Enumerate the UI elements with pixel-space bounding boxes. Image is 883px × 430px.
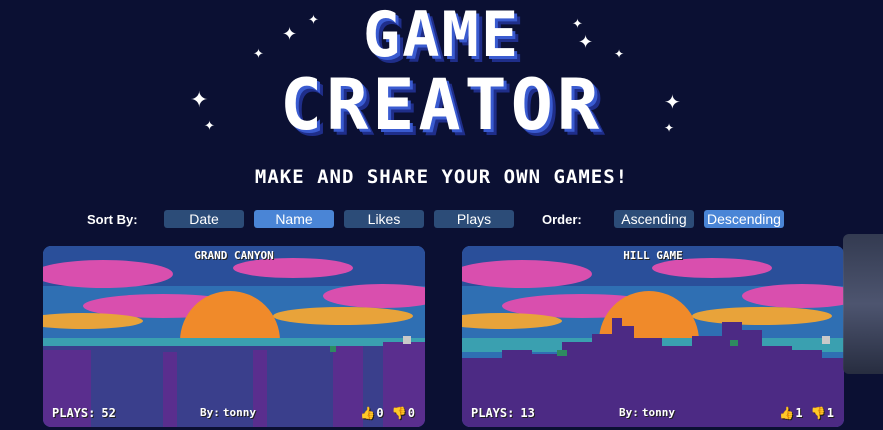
game-title: HILL GAME xyxy=(623,249,683,262)
game-thumbnail xyxy=(43,246,425,427)
plays-label: PLAYS: xyxy=(471,406,515,420)
partial-scroll-element xyxy=(843,234,883,374)
thumbs-down-icon[interactable]: 👎 xyxy=(811,406,826,420)
author: By: tonny xyxy=(619,406,675,419)
sort-likes-button[interactable]: Likes xyxy=(344,210,424,228)
sort-date-button[interactable]: Date xyxy=(164,210,244,228)
thumbs-down-icon[interactable]: 👎 xyxy=(392,406,407,420)
thumbs-up-icon[interactable]: 👍 xyxy=(779,406,794,420)
sort-controls: Sort By: Date Name Likes Plays Order: As… xyxy=(0,210,883,232)
tagline: MAKE AND SHARE YOUR OWN GAMES! xyxy=(254,166,629,188)
reactions: 👍1 👎1 xyxy=(778,406,834,420)
dislikes-count: 0 xyxy=(407,406,415,420)
logo-line-creator: CREATOR xyxy=(279,64,603,146)
likes-count: 0 xyxy=(376,406,384,420)
author: By: tonny xyxy=(200,406,256,419)
game-card-grand-canyon[interactable]: GRAND CANYON PLAYS: 52 By: tonny 👍0 👎0 xyxy=(43,246,425,427)
plays-count: PLAYS: 52 xyxy=(52,406,116,420)
plays-count: PLAYS: 13 xyxy=(471,406,535,420)
author-name: tonny xyxy=(641,406,675,419)
author-label: By: xyxy=(619,406,639,419)
plays-label: PLAYS: xyxy=(52,406,96,420)
order-label: Order: xyxy=(542,212,582,227)
plays-value: 52 xyxy=(101,406,116,420)
sort-by-label: Sort By: xyxy=(87,212,138,227)
order-descending-button[interactable]: Descending xyxy=(704,210,784,228)
thumbs-up-icon[interactable]: 👍 xyxy=(360,406,375,420)
game-creator-logo: ✦ ✦ ✦ ✦ ✦ ✦ ✦ ✦ ✦ ✦ GAME CREATOR xyxy=(0,0,883,160)
author-name: tonny xyxy=(222,406,256,419)
sort-name-button[interactable]: Name xyxy=(254,210,334,228)
sort-plays-button[interactable]: Plays xyxy=(434,210,514,228)
game-thumbnail xyxy=(462,246,844,427)
order-ascending-button[interactable]: Ascending xyxy=(614,210,694,228)
dislikes-count: 1 xyxy=(826,406,834,420)
author-label: By: xyxy=(200,406,220,419)
likes-count: 1 xyxy=(795,406,803,420)
game-card-hill-game[interactable]: HILL GAME PLAYS: 13 By: tonny 👍1 👎1 xyxy=(462,246,844,427)
game-card-footer: PLAYS: 13 By: tonny 👍1 👎1 xyxy=(462,406,844,422)
reactions: 👍0 👎0 xyxy=(359,406,415,420)
plays-value: 13 xyxy=(520,406,535,420)
game-card-footer: PLAYS: 52 By: tonny 👍0 👎0 xyxy=(43,406,425,422)
game-title: GRAND CANYON xyxy=(194,249,274,262)
logo-line-game: GAME xyxy=(362,0,521,71)
game-creator-page: ✦ ✦ ✦ ✦ ✦ ✦ ✦ ✦ ✦ ✦ GAME CREATOR MAKE AN… xyxy=(0,0,883,430)
